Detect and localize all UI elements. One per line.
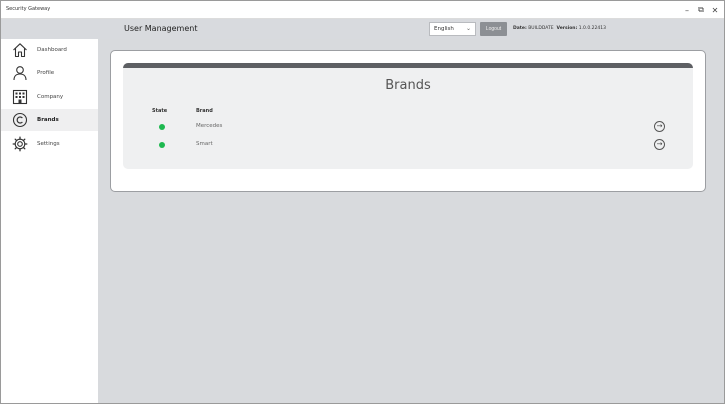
- date-value: BUILDDATE: [528, 26, 554, 31]
- sidebar-item-label: Settings: [37, 141, 60, 147]
- copyright-icon: [12, 112, 28, 128]
- app-header: User Management English ⌄ Logout Date: B…: [1, 19, 724, 39]
- state-column-header: State: [152, 108, 168, 114]
- brand-name: Smart: [196, 141, 213, 147]
- sidebar-item-label: Company: [37, 94, 64, 100]
- brands-card: Brands State Brand Mercedes → Smart →: [110, 50, 706, 192]
- table-row: Mercedes →: [123, 120, 693, 134]
- open-brand-button[interactable]: →: [654, 139, 665, 150]
- brands-panel: Brands State Brand Mercedes → Smart →: [123, 63, 693, 169]
- brand-name: Mercedes: [196, 123, 223, 129]
- page-title: User Management: [124, 24, 198, 33]
- sidebar-item-company[interactable]: Company: [1, 86, 98, 108]
- person-icon: [13, 66, 27, 81]
- sidebar-item-settings[interactable]: Settings: [1, 133, 98, 155]
- sidebar-item-profile[interactable]: Profile: [1, 62, 98, 84]
- window-controls: – ⧉ ✕: [680, 1, 722, 19]
- gear-icon: [12, 136, 28, 152]
- sidebar-item-dashboard[interactable]: Dashboard: [1, 39, 98, 61]
- maximize-button[interactable]: ⧉: [694, 1, 708, 19]
- close-button[interactable]: ✕: [708, 1, 722, 19]
- date-label: Date:: [513, 26, 527, 31]
- panel-header-bar: [123, 63, 693, 68]
- brand-column-header: Brand: [196, 108, 213, 114]
- chevron-down-icon: ⌄: [465, 25, 471, 32]
- status-indicator: [159, 124, 165, 130]
- title-bar: Security Gateway – ⧉ ✕: [1, 1, 724, 19]
- sidebar: Dashboard Profile Company Brands Setting…: [1, 39, 98, 403]
- status-indicator: [159, 142, 165, 148]
- main-content: Brands State Brand Mercedes → Smart →: [98, 39, 724, 403]
- language-select[interactable]: English ⌄: [429, 22, 476, 36]
- sidebar-item-brands[interactable]: Brands: [1, 109, 98, 131]
- table-row: Smart →: [123, 138, 693, 152]
- home-icon: [13, 43, 27, 58]
- logout-button[interactable]: Logout: [480, 22, 507, 36]
- build-info: Date: BUILDDATE Version: 1.0.0.22413: [513, 26, 606, 31]
- version-value: 1.0.0.22413: [578, 26, 606, 31]
- app-window: Security Gateway – ⧉ ✕ User Management E…: [0, 0, 725, 404]
- sidebar-item-label: Dashboard: [37, 47, 67, 53]
- version-label: Version:: [556, 26, 578, 31]
- language-select-value: English: [434, 26, 454, 32]
- minimize-button[interactable]: –: [680, 1, 694, 19]
- building-icon: [12, 89, 28, 105]
- arrow-right-icon: →: [656, 122, 663, 130]
- arrow-right-icon: →: [656, 140, 663, 148]
- open-brand-button[interactable]: →: [654, 121, 665, 132]
- sidebar-item-label: Profile: [37, 70, 55, 76]
- sidebar-item-label: Brands: [37, 117, 59, 123]
- app-title: Security Gateway: [6, 6, 51, 12]
- brands-title: Brands: [385, 78, 431, 93]
